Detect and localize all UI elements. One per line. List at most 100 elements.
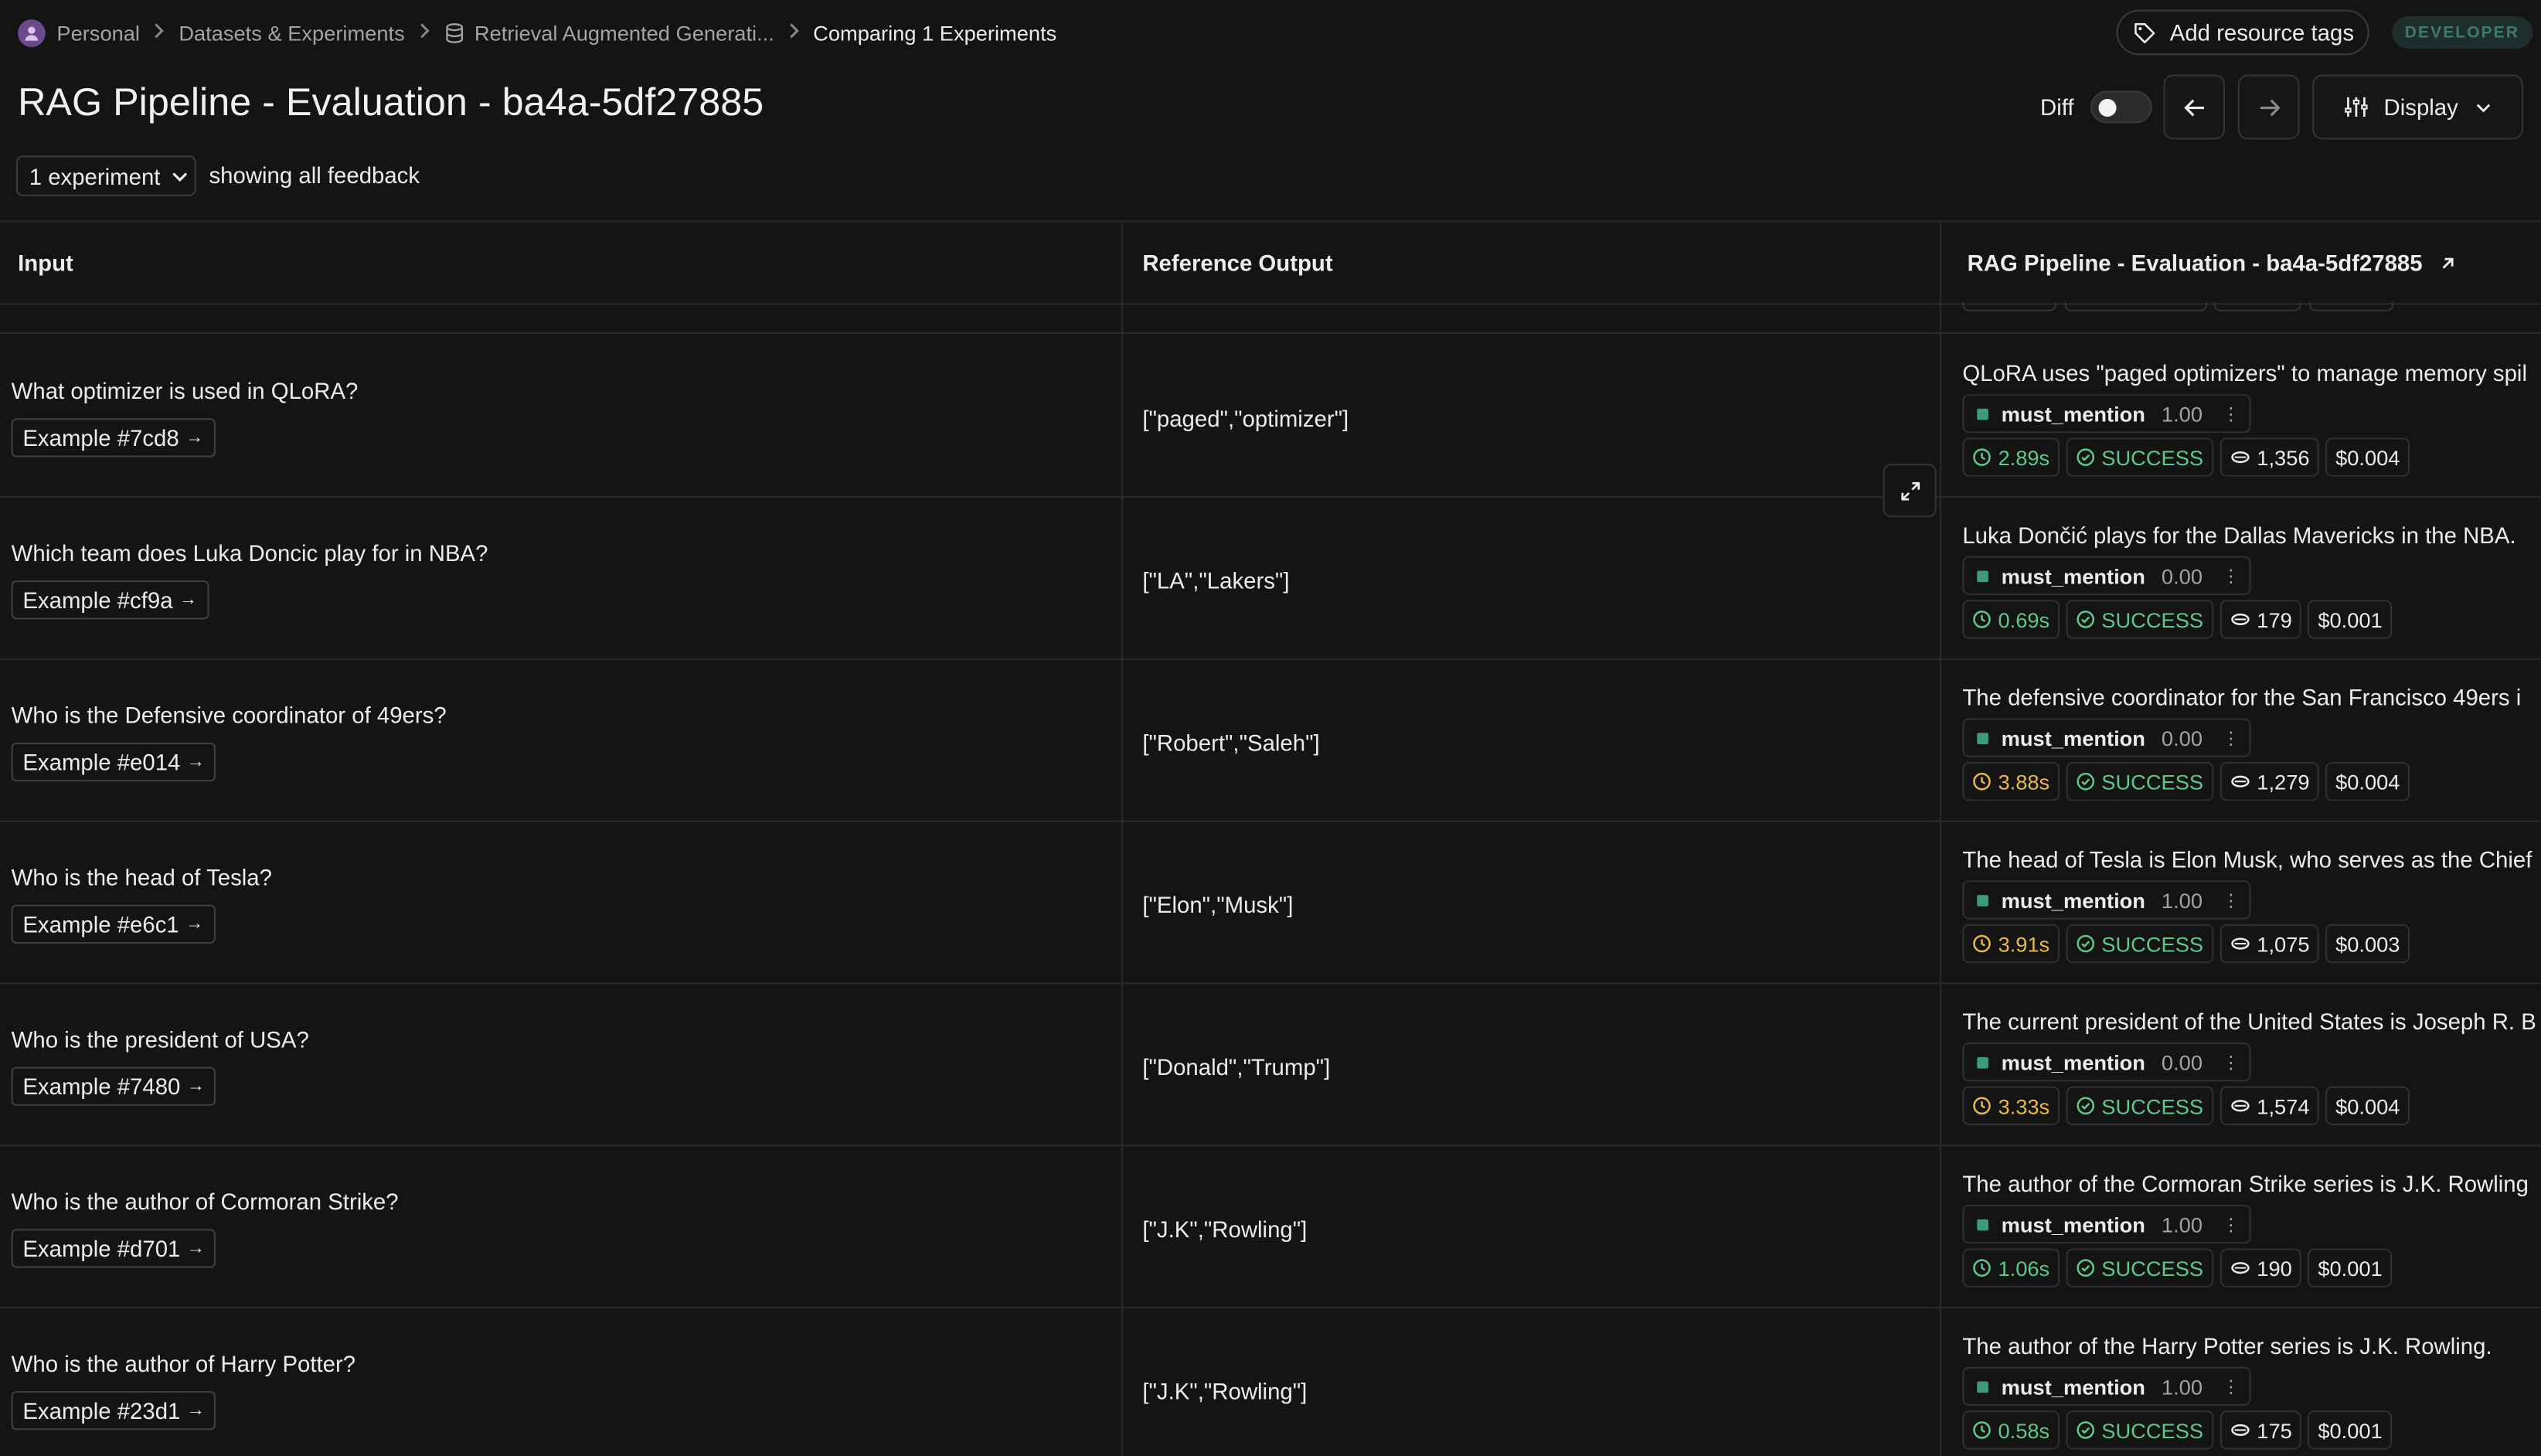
kebab-icon[interactable]: ⋮ bbox=[2222, 403, 2240, 424]
latency-chip: 3.33s bbox=[1962, 1086, 2060, 1126]
table-row: What optimizer is used in QLoRA? Example… bbox=[0, 335, 2541, 498]
column-header-input[interactable]: Input bbox=[18, 222, 73, 303]
check-circle-icon bbox=[2076, 448, 2094, 466]
feedback-color-dot bbox=[1977, 1056, 1988, 1068]
page-title: RAG Pipeline - Evaluation - ba4a-5df2788… bbox=[18, 80, 764, 125]
example-link-button[interactable]: Example #d701 → bbox=[11, 1229, 216, 1268]
tokens-chip: 1,574 bbox=[2220, 1086, 2320, 1126]
experiment-select[interactable]: 1 experiment bbox=[15, 155, 196, 196]
experiment-output: The current president of the United Stat… bbox=[1962, 1008, 2536, 1035]
table-row: Which team does Luka Doncic play for in … bbox=[0, 498, 2541, 660]
input-question: Who is the head of Tesla? bbox=[11, 864, 272, 890]
run-stats: 0.69s SUCCESS 179 $0.001 bbox=[1962, 600, 2393, 639]
reference-output: ["Robert","Saleh"] bbox=[1142, 730, 1320, 756]
feedback-chip[interactable]: must_mention 0.00 ⋮ bbox=[1962, 556, 2251, 595]
cost-value: $0.004 bbox=[2335, 1094, 2400, 1118]
reference-output: ["J.K","Rowling"] bbox=[1142, 1378, 1308, 1404]
example-link-button[interactable]: Example #7cd8 → bbox=[11, 418, 215, 458]
column-header-reference-output[interactable]: Reference Output bbox=[1142, 222, 1332, 303]
feedback-score: 1.00 bbox=[2161, 887, 2203, 913]
example-link-button[interactable]: Example #cf9a → bbox=[11, 580, 209, 620]
next-button[interactable] bbox=[2237, 74, 2300, 140]
expand-row-button[interactable] bbox=[1883, 464, 1937, 518]
arrow-right-icon: → bbox=[179, 590, 198, 610]
tag-icon bbox=[2135, 22, 2155, 43]
arrow-right-icon: → bbox=[186, 1077, 205, 1097]
token-icon bbox=[2230, 1100, 2250, 1112]
example-link-button[interactable]: Example #e6c1 → bbox=[11, 904, 215, 944]
tokens-value: 179 bbox=[2257, 607, 2292, 632]
tokens-value: 1,574 bbox=[2257, 1094, 2310, 1118]
add-resource-tags-button[interactable]: Add resource tags bbox=[2116, 9, 2369, 56]
chevron-right-icon bbox=[418, 21, 431, 43]
example-link-button[interactable]: Example #7480 → bbox=[11, 1066, 216, 1106]
run-stats: 3.33s SUCCESS 1,574 $0.004 bbox=[1962, 1086, 2410, 1126]
column-divider bbox=[1939, 222, 1942, 1456]
feedback-key: must_mention bbox=[2001, 1212, 2145, 1237]
diff-toggle[interactable] bbox=[2090, 90, 2152, 124]
tokens-value: 1,356 bbox=[2257, 444, 2310, 470]
example-link-button[interactable]: Example #23d1 → bbox=[11, 1391, 216, 1430]
feedback-chip[interactable]: must_mention 0.00 ⋮ bbox=[1962, 1043, 2251, 1082]
breadcrumb-item-personal[interactable]: Personal bbox=[18, 19, 140, 46]
latency-chip: 2.89s bbox=[1962, 437, 2060, 477]
cost-chip: $0.003 bbox=[2325, 924, 2410, 964]
clock-icon bbox=[1973, 448, 1991, 466]
example-link-button[interactable]: Example #e014 → bbox=[11, 742, 216, 782]
chevron-down-icon bbox=[2476, 103, 2491, 112]
display-button[interactable]: Display bbox=[2312, 74, 2523, 140]
kebab-icon[interactable]: ⋮ bbox=[2222, 890, 2240, 910]
run-stats: 2.89s SUCCESS 1,356 $0.004 bbox=[1962, 437, 2410, 477]
cost-value: $0.001 bbox=[2318, 1417, 2383, 1443]
feedback-color-dot bbox=[1977, 894, 1988, 906]
status-value: SUCCESS bbox=[2101, 607, 2204, 632]
example-id: Example #e014 bbox=[22, 749, 181, 775]
input-question: Who is the Defensive coordinator of 49er… bbox=[11, 702, 447, 729]
kebab-icon[interactable]: ⋮ bbox=[2222, 565, 2240, 586]
tokens-value: 190 bbox=[2257, 1255, 2292, 1281]
cost-chip: $0.004 bbox=[2325, 1086, 2410, 1126]
cost-value: $0.004 bbox=[2335, 444, 2400, 470]
chevron-right-icon bbox=[787, 21, 801, 43]
experiment-output: The defensive coordinator for the San Fr… bbox=[1962, 684, 2522, 710]
kebab-icon[interactable]: ⋮ bbox=[2222, 1052, 2240, 1073]
run-stats: 3.91s SUCCESS 1,075 $0.003 bbox=[1962, 924, 2410, 964]
tokens-value: 175 bbox=[2257, 1417, 2292, 1443]
kebab-icon[interactable]: ⋮ bbox=[2222, 727, 2240, 748]
diff-label: Diff bbox=[2039, 94, 2074, 121]
experiment-output: QLoRA uses "paged optimizers" to manage … bbox=[1962, 359, 2527, 386]
latency-chip: 0.58s bbox=[1962, 1410, 2060, 1450]
breadcrumb-item-dataset[interactable]: Retrieval Augmented Generati... bbox=[444, 20, 774, 45]
table-row: Who is the author of Harry Potter? Examp… bbox=[0, 1308, 2541, 1456]
feedback-chip[interactable]: must_mention 1.00 ⋮ bbox=[1962, 880, 2251, 920]
tokens-value: 1,279 bbox=[2257, 769, 2310, 794]
cost-value: $0.003 bbox=[2335, 931, 2400, 956]
reference-output: ["J.K","Rowling"] bbox=[1142, 1216, 1308, 1243]
tokens-chip: 1,075 bbox=[2220, 924, 2320, 964]
database-icon bbox=[444, 22, 464, 43]
environment-badge: DEVELOPER bbox=[2392, 15, 2532, 49]
partial-row-above bbox=[0, 301, 2541, 335]
latency-value: 3.33s bbox=[1998, 1094, 2050, 1118]
feedback-score: 1.00 bbox=[2161, 401, 2203, 426]
input-question: What optimizer is used in QLoRA? bbox=[11, 377, 359, 404]
cost-value: $0.001 bbox=[2318, 1255, 2383, 1281]
kebab-icon[interactable]: ⋮ bbox=[2222, 1376, 2240, 1396]
feedback-chip[interactable]: must_mention 1.00 ⋮ bbox=[1962, 1366, 2251, 1406]
feedback-chip[interactable]: must_mention 0.00 ⋮ bbox=[1962, 718, 2251, 757]
arrow-right-icon: → bbox=[185, 427, 204, 448]
feedback-color-dot bbox=[1977, 1380, 1988, 1393]
expand-icon bbox=[1900, 481, 1920, 500]
previous-button[interactable] bbox=[2163, 74, 2226, 140]
external-link-icon[interactable] bbox=[2439, 253, 2457, 271]
feedback-chip[interactable]: must_mention 1.00 ⋮ bbox=[1962, 1204, 2251, 1244]
kebab-icon[interactable]: ⋮ bbox=[2222, 1213, 2240, 1234]
breadcrumb-item-current: Comparing 1 Experiments bbox=[813, 20, 1057, 45]
column-header-experiment[interactable]: RAG Pipeline - Evaluation - ba4a-5df2788… bbox=[1968, 222, 2457, 303]
chevron-right-icon bbox=[153, 21, 166, 43]
token-icon bbox=[2230, 1262, 2250, 1274]
feedback-key: must_mention bbox=[2001, 401, 2145, 426]
breadcrumb-item-datasets[interactable]: Datasets & Experiments bbox=[179, 20, 404, 44]
reference-output: ["LA","Lakers"] bbox=[1142, 567, 1290, 594]
feedback-chip[interactable]: must_mention 1.00 ⋮ bbox=[1962, 393, 2251, 434]
